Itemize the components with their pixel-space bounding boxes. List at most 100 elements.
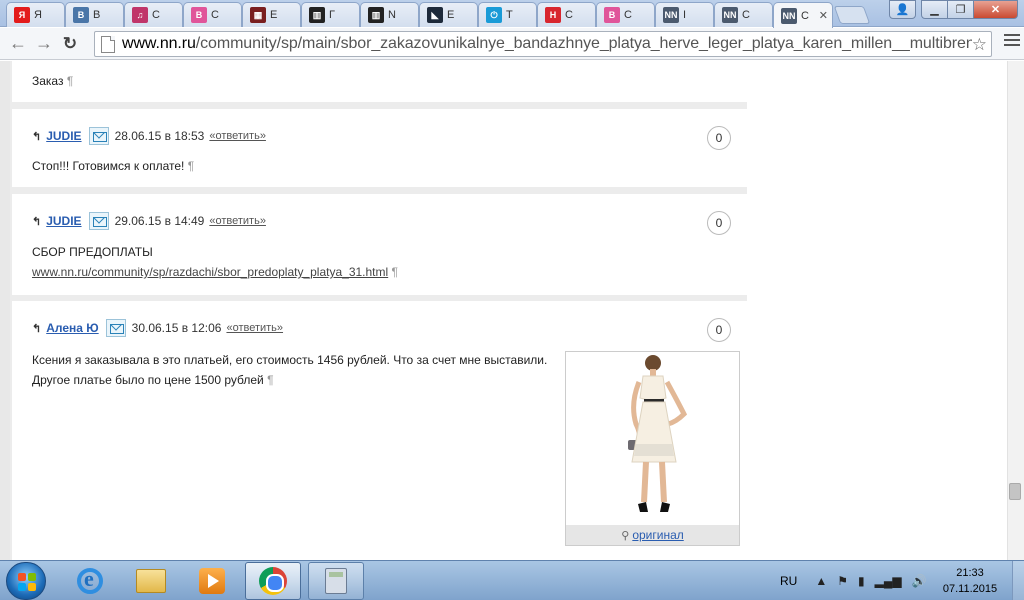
browser-tab[interactable]: BB — [65, 2, 124, 27]
author-link[interactable]: Алена Ю — [46, 321, 98, 335]
browser-tab[interactable]: HC — [537, 2, 596, 27]
browser-tab[interactable]: ♫ C — [124, 2, 183, 27]
pilcrow-icon: ¶ — [187, 159, 195, 173]
url-path: /community/sp/main/sbor_zakazovunikalnye… — [195, 35, 972, 52]
comment-text: Стоп!!! Готовимся к оплате! — [32, 159, 185, 173]
comment-text-line: Другое платье было по цене 1500 рублей — [32, 373, 264, 387]
magnifier-icon: ⚲ — [621, 529, 630, 542]
taskbar-media-player[interactable] — [184, 562, 240, 600]
tab-favicon-icon: ⏻ — [486, 7, 502, 23]
author-link[interactable]: JUDIE — [46, 214, 81, 228]
taskbar-internet-explorer[interactable] — [62, 562, 118, 600]
action-center-flag-icon[interactable]: ⚑ — [837, 574, 848, 588]
clock-date: 07.11.2015 — [942, 583, 998, 595]
tab-favicon-icon: B — [73, 7, 89, 23]
browser-tab[interactable]: BC — [183, 2, 242, 27]
folder-icon — [136, 569, 166, 593]
tab-title: C — [742, 9, 750, 21]
close-tab-icon[interactable]: ✕ — [819, 9, 828, 22]
comment-card: ↰ Алена Ю 30.06.15 в 12:06 «ответить» 0 … — [12, 301, 747, 560]
pilcrow-icon: ¶ — [267, 373, 274, 387]
bookmark-star-icon[interactable]: ☆ — [972, 35, 987, 55]
page-icon — [101, 35, 115, 53]
photo-caption-bar: ⚲ оригинал — [566, 525, 739, 545]
tab-title: C — [152, 9, 160, 21]
comment-date: 30.06.15 в 12:06 — [131, 321, 222, 335]
page-viewport: Заказ ¶ ↰ JUDIE 28.06.15 в 18:53 «ответи… — [0, 61, 1024, 560]
tab-title: T — [506, 9, 513, 21]
address-bar[interactable]: www.nn.ru/community/sp/main/sbor_zakazov… — [94, 31, 992, 57]
close-window-button[interactable]: ✕ — [973, 0, 1018, 19]
reply-link[interactable]: «ответить» — [209, 215, 266, 227]
browser-tab[interactable]: ▥ Г — [301, 2, 360, 27]
mail-icon[interactable] — [88, 212, 109, 230]
tab-title: B — [93, 9, 101, 21]
reply-link[interactable]: «ответить» — [226, 322, 283, 334]
tab-title: C — [624, 9, 632, 21]
rating-counter[interactable]: 0 — [707, 318, 731, 342]
predoplata-link[interactable]: www.nn.ru/community/sp/razdachi/sbor_pre… — [32, 265, 388, 279]
url-text[interactable]: www.nn.ru/community/sp/main/sbor_zakazov… — [122, 35, 972, 53]
rating-counter[interactable]: 0 — [707, 126, 731, 150]
author-link[interactable]: JUDIE — [46, 129, 81, 143]
browser-tab[interactable]: ▥ N — [360, 2, 419, 27]
tab-title: C — [801, 9, 809, 22]
taskbar-chrome[interactable] — [245, 562, 301, 600]
tab-favicon-icon: H — [545, 7, 561, 23]
tab-title: C — [211, 9, 219, 21]
tab-favicon-icon: Я — [14, 7, 30, 23]
maximize-button[interactable]: ❐ — [947, 0, 974, 19]
reply-link[interactable]: «ответить» — [209, 130, 266, 142]
browser-tab[interactable]: ЯЯ — [6, 2, 65, 27]
mail-icon[interactable] — [105, 319, 126, 337]
browser-toolbar: ← → ↻ www.nn.ru/community/sp/main/sbor_z… — [0, 28, 1024, 60]
reload-icon[interactable]: ↻ — [57, 31, 83, 57]
network-signal-icon[interactable]: ▂▄▆ — [875, 574, 902, 588]
back-arrow-icon[interactable]: ← — [5, 31, 31, 57]
mail-icon[interactable] — [88, 127, 109, 145]
rating-counter[interactable]: 0 — [707, 211, 731, 235]
attached-photo[interactable]: ⚲ оригинал — [565, 351, 740, 546]
clock[interactable]: 21:33 07.11.2015 — [935, 565, 1005, 597]
battery-icon[interactable]: ▮ — [858, 574, 865, 588]
dress-photo[interactable] — [566, 352, 739, 525]
windows-logo-icon — [18, 573, 36, 591]
tab-title: E — [447, 9, 455, 21]
comment-card: ↰ JUDIE 28.06.15 в 18:53 «ответить» 0 Ст… — [12, 109, 747, 187]
show-desktop-button[interactable] — [1012, 561, 1024, 600]
user-icon[interactable]: 👤 — [889, 0, 916, 19]
browser-tab[interactable]: BC — [596, 2, 655, 27]
chrome-icon — [259, 567, 287, 595]
comment-date: 29.06.15 в 14:49 — [114, 214, 205, 228]
tab-favicon-icon: B — [191, 7, 207, 23]
browser-tab[interactable]: ⏻ T — [478, 2, 537, 27]
browser-tab[interactable]: ▦ E — [242, 2, 301, 27]
browser-tab[interactable]: ◣ E — [419, 2, 478, 27]
forward-arrow-icon[interactable]: → — [31, 31, 57, 57]
tab-favicon-icon: NN — [722, 7, 738, 23]
tab-title: Г — [329, 9, 335, 21]
media-player-icon — [199, 568, 225, 594]
volume-icon[interactable]: 🔊 — [912, 574, 927, 588]
browser-tab[interactable]: NN I — [655, 2, 714, 27]
comment-fragment: Заказ ¶ — [12, 61, 747, 102]
start-button[interactable] — [6, 562, 46, 600]
browser-tab[interactable]: NN C ✕ — [773, 2, 833, 28]
tab-title: N — [388, 9, 396, 21]
internet-explorer-icon — [77, 566, 103, 594]
language-indicator[interactable]: RU — [780, 574, 797, 588]
taskbar-calculator[interactable] — [308, 562, 364, 600]
show-hidden-icons-icon[interactable]: ▲ — [815, 574, 827, 588]
menu-icon[interactable] — [1004, 34, 1020, 46]
taskbar-explorer[interactable] — [123, 562, 179, 600]
comment-text: Заказ — [32, 74, 64, 88]
original-photo-link[interactable]: оригинал — [632, 528, 683, 542]
new-tab-button[interactable] — [833, 6, 871, 24]
scrollbar-thumb[interactable] — [1009, 483, 1021, 500]
tab-favicon-icon: ♫ — [132, 7, 148, 23]
left-gutter — [0, 61, 10, 560]
minimize-button[interactable]: ▁ — [921, 0, 948, 19]
tab-title: E — [270, 9, 278, 21]
browser-tab[interactable]: NN C — [714, 2, 773, 27]
comment-text-line: Ксения я заказывала в это платьей, его с… — [32, 353, 548, 367]
